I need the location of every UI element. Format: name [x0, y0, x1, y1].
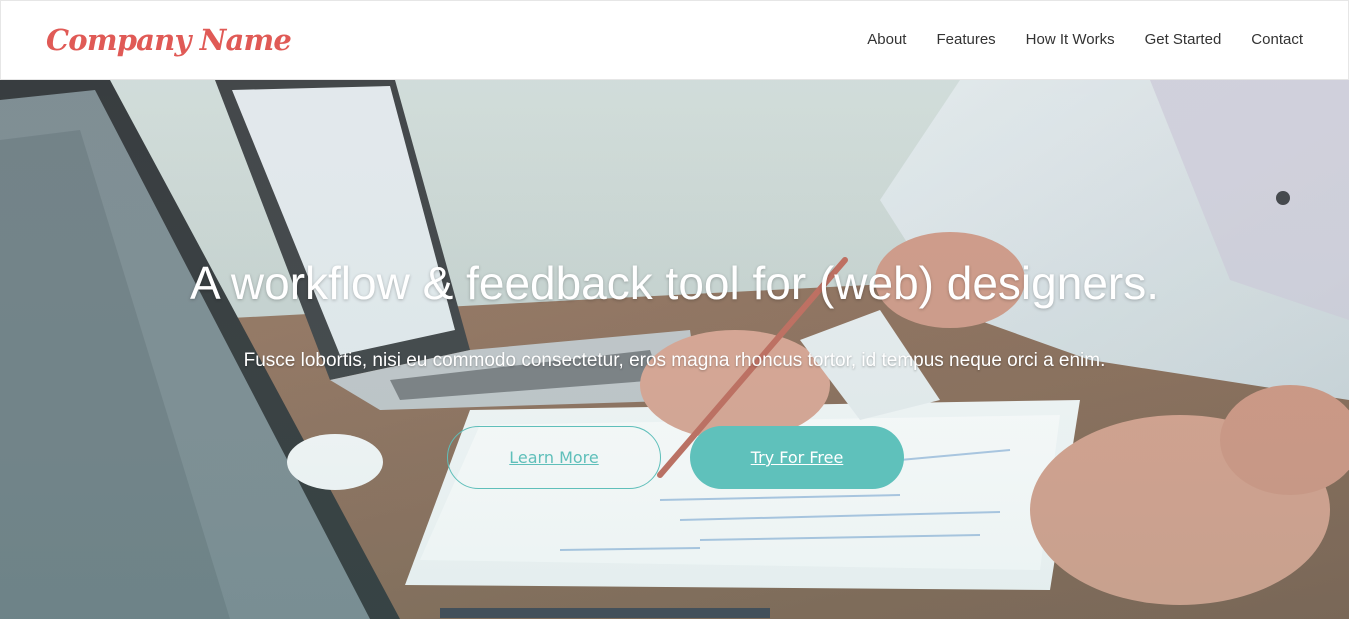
nav-link-about[interactable]: About [867, 31, 906, 48]
nav-item: Get Started [1145, 31, 1222, 49]
nav-item: How It Works [1026, 31, 1115, 49]
hero-content: A workflow & feedback tool for (web) des… [0, 80, 1349, 619]
try-for-free-button[interactable]: Try For Free [690, 426, 904, 489]
navbar: Company Name About Features How It Works… [0, 0, 1349, 80]
hero-section: A workflow & feedback tool for (web) des… [0, 80, 1349, 619]
nav-item: Contact [1251, 31, 1303, 49]
nav-item: Features [936, 31, 995, 49]
brand-logo[interactable]: Company Name [46, 23, 292, 57]
hero-headline: A workflow & feedback tool for (web) des… [189, 257, 1159, 309]
nav-link-features[interactable]: Features [936, 31, 995, 48]
nav-link-get-started[interactable]: Get Started [1145, 31, 1222, 48]
nav-link-contact[interactable]: Contact [1251, 31, 1303, 48]
nav-link-how-it-works[interactable]: How It Works [1026, 31, 1115, 48]
nav-item: About [867, 31, 906, 49]
hero-subline: Fusce lobortis, nisi eu commodo consecte… [243, 350, 1106, 371]
learn-more-button[interactable]: Learn More [447, 426, 661, 489]
nav-links: About Features How It Works Get Started … [867, 31, 1303, 49]
